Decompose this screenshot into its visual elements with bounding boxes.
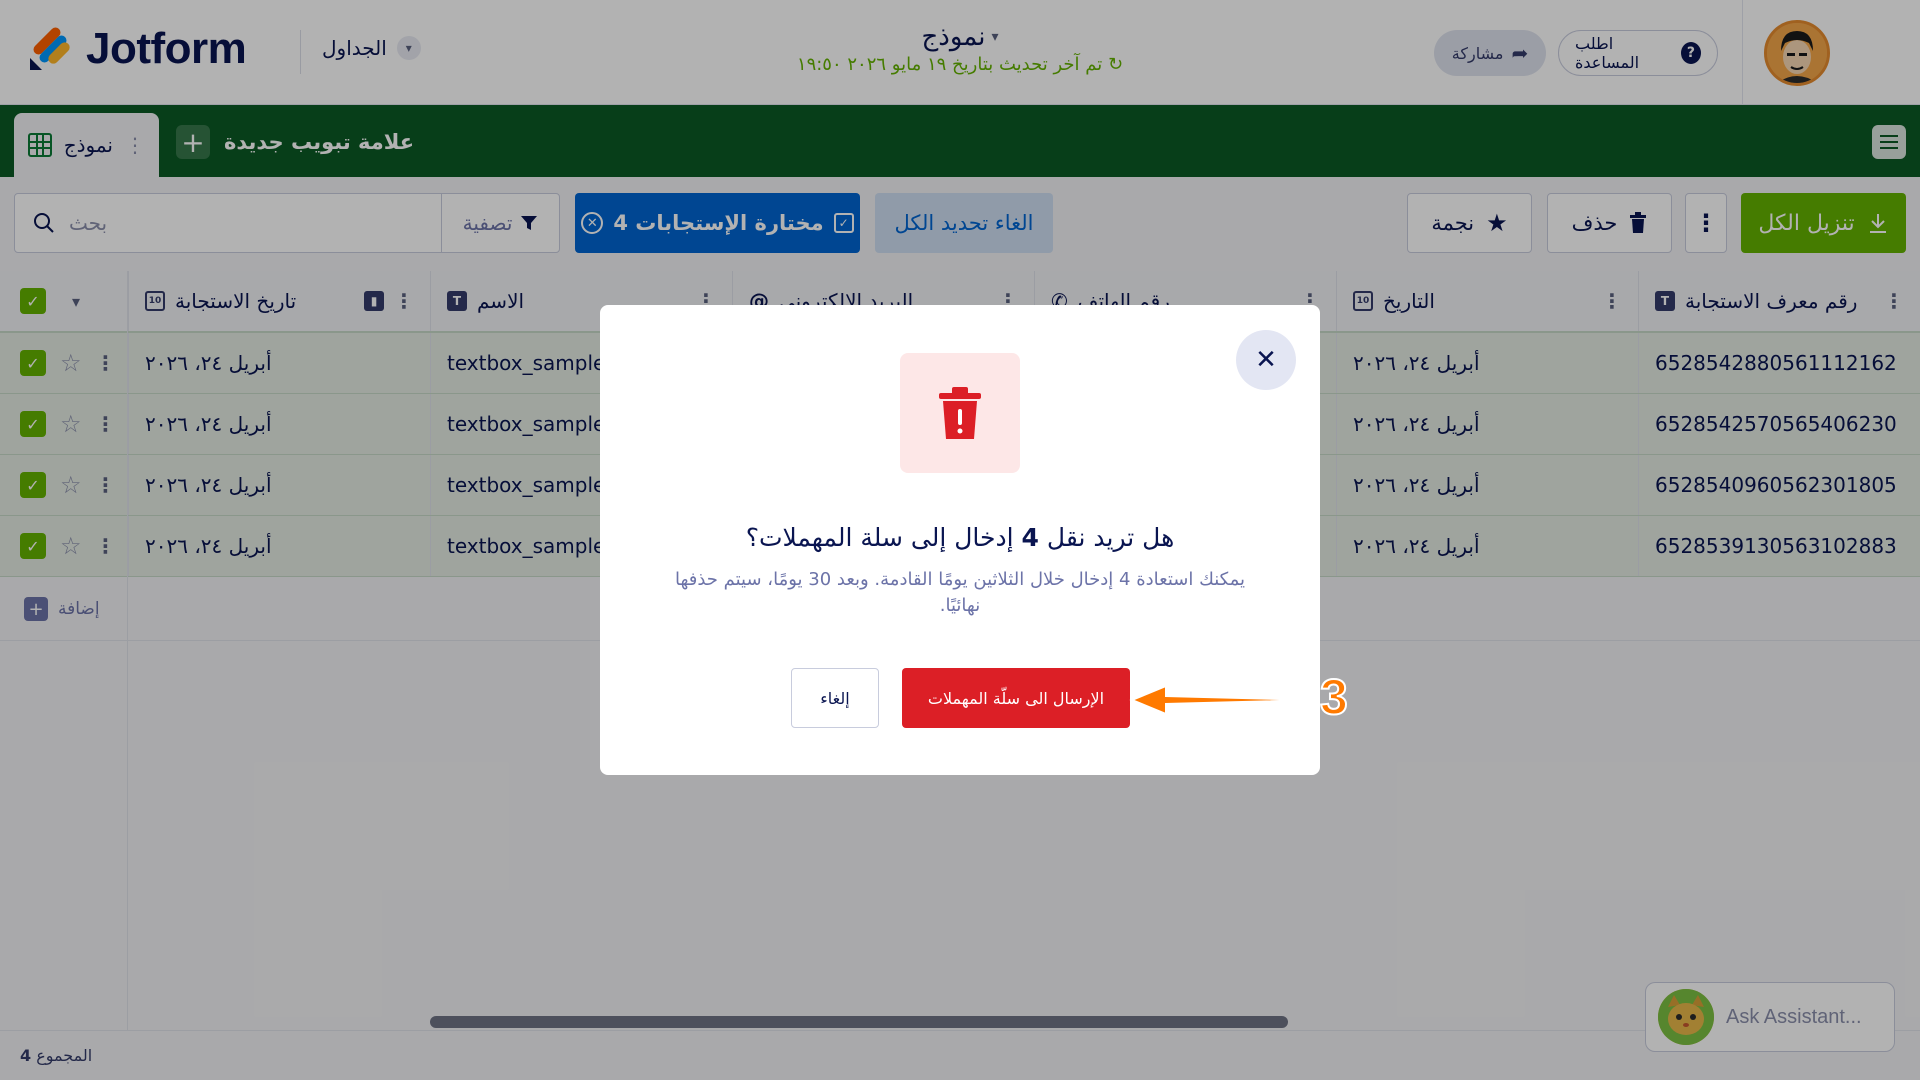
close-icon[interactable]: ✕	[1236, 330, 1296, 390]
step-number-annotation: 3	[1319, 668, 1349, 726]
question-suffix: إدخال إلى سلة المهملات؟	[745, 523, 1014, 552]
dialog-description: يمكنك استعادة 4 إدخال خلال الثلاثين يومً…	[674, 569, 1246, 616]
dialog-question: هل تريد نقل 4 إدخال إلى سلة المهملات؟	[600, 523, 1320, 552]
move-to-trash-button[interactable]: الإرسال الى سلّة المهملات	[902, 668, 1130, 728]
trash-warning-icon	[900, 353, 1020, 473]
question-count: 4	[1021, 523, 1039, 552]
question-prefix: هل تريد نقل	[1046, 523, 1175, 552]
cancel-button[interactable]: إلغاء	[791, 668, 879, 728]
